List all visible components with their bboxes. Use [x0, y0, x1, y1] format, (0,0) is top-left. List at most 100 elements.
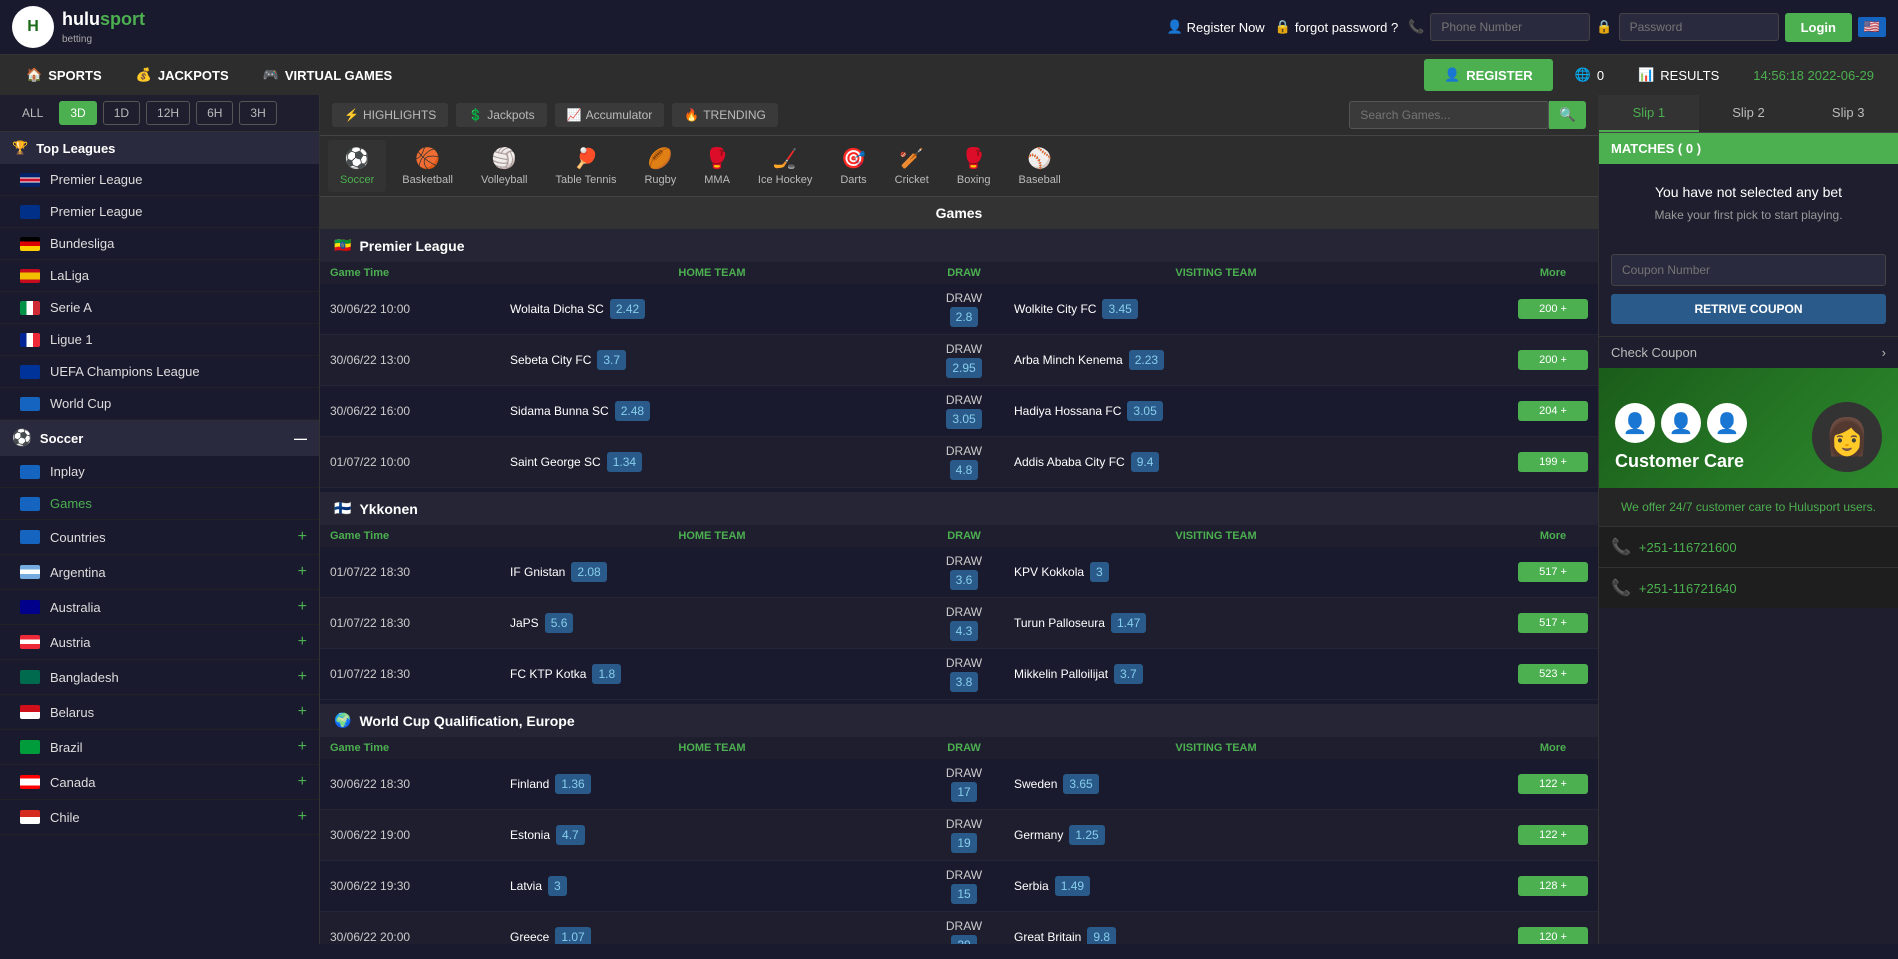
brazil-flag	[20, 740, 40, 754]
league-item-laliga[interactable]: LaLiga	[0, 260, 319, 292]
top-leagues-list: Premier League Premier League Bundesliga…	[0, 164, 319, 420]
league-item-serie-a[interactable]: Serie A	[0, 292, 319, 324]
sidebar-item-australia[interactable]: Australia +	[0, 590, 319, 625]
search-games-input[interactable]	[1349, 101, 1549, 129]
league-title-wcq: 🌍 World Cup Qualification, Europe	[320, 704, 1598, 737]
nav-bar: 🏠 SPORTS 💰 JACKPOTS 🎮 VIRTUAL GAMES 👤 RE…	[0, 55, 1898, 95]
logo-icon: H	[12, 6, 54, 48]
countries-flag	[20, 530, 40, 544]
tab-basketball[interactable]: 🏀 Basketball	[390, 140, 465, 192]
league-item-bundesliga[interactable]: Bundesliga	[0, 228, 319, 260]
no-bet-title: You have not selected any bet	[1619, 184, 1878, 200]
cc-title: 👤 👤 👤 Customer Care	[1615, 403, 1747, 472]
center-content: ⚡ HIGHLIGHTS 💲 Jackpots 📈 Accumulator 🔥 …	[320, 95, 1598, 944]
phone-1-number: +251-116721600	[1639, 540, 1737, 555]
league-item-ligue1[interactable]: Ligue 1	[0, 324, 319, 356]
league-flag	[20, 397, 40, 411]
games-flag	[20, 497, 40, 511]
mma-tab-icon: 🥊	[705, 146, 730, 171]
australia-label: Australia	[50, 600, 288, 615]
sidebar-item-belarus[interactable]: Belarus +	[0, 695, 319, 730]
tab-mma[interactable]: 🥊 MMA	[692, 140, 742, 192]
boxing-tab-icon: 🥊	[961, 146, 986, 171]
coupon-input[interactable]	[1611, 254, 1886, 286]
belarus-flag	[20, 705, 40, 719]
accumulator-button[interactable]: 📈 Accumulator	[555, 103, 665, 127]
filter-bar: ALL 3D 1D 12H 6H 3H	[0, 95, 319, 132]
register-now-link[interactable]: 👤 Register Now	[1166, 19, 1264, 35]
volleyball-tab-icon: 🏐	[492, 146, 517, 171]
phone-2-icon: 📞	[1611, 578, 1631, 598]
accumulator-icon: 📈	[567, 108, 582, 122]
sidebar-item-games[interactable]: Games	[0, 488, 319, 520]
forgot-password-link[interactable]: 🔒 forgot password ?	[1275, 19, 1399, 35]
tab-ice-hockey[interactable]: 🏒 Ice Hockey	[746, 140, 824, 192]
highlights-button[interactable]: ⚡ HIGHLIGHTS	[332, 103, 448, 127]
cc-phone-2[interactable]: 📞 +251-116721640	[1599, 567, 1898, 608]
check-coupon-row[interactable]: Check Coupon ›	[1599, 336, 1898, 368]
country-flag-button[interactable]: 🇺🇸	[1858, 17, 1886, 37]
countries-label: Countries	[50, 530, 288, 545]
sidebar-item-chile[interactable]: Chile +	[0, 800, 319, 835]
tab-soccer[interactable]: ⚽ Soccer	[328, 140, 386, 192]
retrive-coupon-button[interactable]: RETRIVE COUPON	[1611, 294, 1886, 324]
tab-cricket[interactable]: 🏏 Cricket	[883, 140, 941, 192]
league-item-premier-scotland[interactable]: Premier League	[0, 196, 319, 228]
tab-darts[interactable]: 🎯 Darts	[828, 140, 878, 192]
tab-boxing[interactable]: 🥊 Boxing	[945, 140, 1003, 192]
nav-virtual-games[interactable]: 🎮 VIRTUAL GAMES	[249, 55, 407, 95]
login-button[interactable]: Login	[1785, 13, 1852, 42]
match-row: 01/07/22 18:30 IF Gnistan 2.08 DRAW 3.6 …	[320, 547, 1598, 598]
cc-agent-icon: 👤	[1661, 403, 1701, 443]
match-row: 30/06/22 16:00 Sidama Bunna SC 2.48 DRAW…	[320, 386, 1598, 437]
slip-tab-3[interactable]: Slip 3	[1798, 95, 1898, 132]
league-item-ucl[interactable]: UEFA Champions League	[0, 356, 319, 388]
austria-label: Austria	[50, 635, 288, 650]
phone-input[interactable]	[1430, 13, 1590, 41]
darts-tab-icon: 🎯	[841, 146, 866, 171]
austria-plus-icon: +	[298, 633, 307, 651]
search-button[interactable]: 🔍	[1549, 101, 1586, 129]
slip-tab-1[interactable]: Slip 1	[1599, 95, 1699, 132]
highlights-icon: ⚡	[344, 108, 359, 122]
match-row: 30/06/22 13:00 Sebeta City FC 3.7 DRAW 2…	[320, 335, 1598, 386]
filter-3d[interactable]: 3D	[59, 101, 96, 125]
filter-12h[interactable]: 12H	[146, 101, 190, 125]
soccer-section-header[interactable]: ⚽ Soccer —	[0, 420, 319, 456]
nav-jackpots[interactable]: 💰 JACKPOTS	[122, 55, 243, 95]
trophy-icon: 🏆	[12, 140, 28, 156]
league-item-world-cup[interactable]: World Cup	[0, 388, 319, 420]
nav-sports[interactable]: 🏠 SPORTS	[12, 55, 116, 95]
brazil-label: Brazil	[50, 740, 288, 755]
filter-3h[interactable]: 3H	[239, 101, 276, 125]
tab-baseball[interactable]: ⚾ Baseball	[1007, 140, 1073, 192]
austria-flag	[20, 635, 40, 649]
sidebar-item-austria[interactable]: Austria +	[0, 625, 319, 660]
league-table-header-premier: Game Time HOME TEAM DRAW VISITING TEAM M…	[320, 262, 1598, 284]
jackpots-filter-icon: 💲	[468, 108, 483, 122]
register-button[interactable]: 👤 REGISTER	[1424, 59, 1553, 91]
cc-phone-1[interactable]: 📞 +251-116721600	[1599, 526, 1898, 567]
trending-button[interactable]: 🔥 TRENDING	[672, 103, 778, 127]
customer-care-banner: 👤 👤 👤 Customer Care 👩	[1599, 368, 1898, 488]
password-input[interactable]	[1619, 13, 1779, 41]
league-item-premier-england[interactable]: Premier League	[0, 164, 319, 196]
jackpots-filter-button[interactable]: 💲 Jackpots	[456, 103, 546, 127]
sidebar-item-countries[interactable]: Countries +	[0, 520, 319, 555]
tab-rugby[interactable]: 🏉 Rugby	[632, 140, 688, 192]
inplay-flag	[20, 465, 40, 479]
sidebar-item-canada[interactable]: Canada +	[0, 765, 319, 800]
slip-tab-2[interactable]: Slip 2	[1699, 95, 1799, 132]
tab-volleyball[interactable]: 🏐 Volleyball	[469, 140, 539, 192]
filter-6h[interactable]: 6H	[196, 101, 233, 125]
sidebar-item-brazil[interactable]: Brazil +	[0, 730, 319, 765]
filter-all[interactable]: ALL	[12, 102, 53, 124]
games-label: Games	[50, 496, 307, 511]
sidebar-item-bangladesh[interactable]: Bangladesh +	[0, 660, 319, 695]
sport-tabs-bar: ⚽ Soccer 🏀 Basketball 🏐 Volleyball 🏓 Tab…	[320, 136, 1598, 197]
tab-table-tennis[interactable]: 🏓 Table Tennis	[544, 140, 629, 192]
sidebar-item-inplay[interactable]: Inplay	[0, 456, 319, 488]
sidebar-item-argentina[interactable]: Argentina +	[0, 555, 319, 590]
filter-1d[interactable]: 1D	[103, 101, 140, 125]
results-button[interactable]: 📊 RESULTS	[1626, 59, 1731, 91]
